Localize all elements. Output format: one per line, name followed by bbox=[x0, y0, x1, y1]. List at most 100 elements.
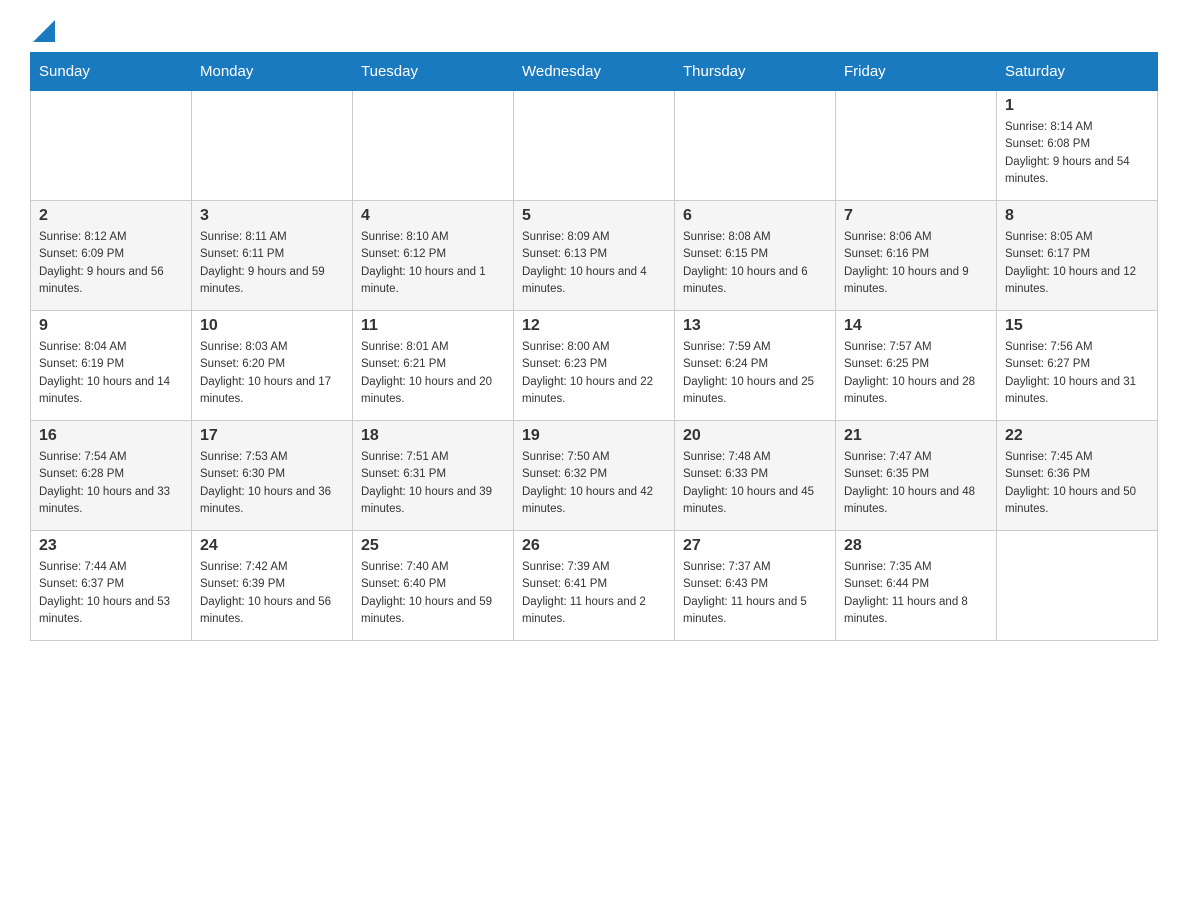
day-info: Sunrise: 7:56 AM Sunset: 6:27 PM Dayligh… bbox=[1005, 339, 1149, 408]
day-info: Sunrise: 7:48 AM Sunset: 6:33 PM Dayligh… bbox=[683, 449, 827, 518]
calendar-cell: 2 Sunrise: 8:12 AM Sunset: 6:09 PM Daylig… bbox=[31, 201, 192, 311]
day-info: Sunrise: 7:42 AM Sunset: 6:39 PM Dayligh… bbox=[200, 559, 344, 628]
day-info: Sunrise: 7:53 AM Sunset: 6:30 PM Dayligh… bbox=[200, 449, 344, 518]
day-info: Sunrise: 8:10 AM Sunset: 6:12 PM Dayligh… bbox=[361, 229, 505, 298]
calendar-cell: 15 Sunrise: 7:56 AM Sunset: 6:27 PM Dayli… bbox=[997, 311, 1158, 421]
day-info: Sunrise: 8:00 AM Sunset: 6:23 PM Dayligh… bbox=[522, 339, 666, 408]
day-number: 4 bbox=[361, 207, 505, 225]
calendar-cell: 8 Sunrise: 8:05 AM Sunset: 6:17 PM Daylig… bbox=[997, 201, 1158, 311]
header-day-wednesday: Wednesday bbox=[514, 53, 675, 91]
calendar-cell: 7 Sunrise: 8:06 AM Sunset: 6:16 PM Daylig… bbox=[836, 201, 997, 311]
day-number: 2 bbox=[39, 207, 183, 225]
logo bbox=[30, 20, 55, 42]
calendar-cell: 6Sunrise: 8:08 AM Sunset: 6:15 PM Daylig… bbox=[675, 201, 836, 311]
calendar-cell: 9 Sunrise: 8:04 AM Sunset: 6:19 PM Daylig… bbox=[31, 311, 192, 421]
page-header bbox=[30, 20, 1158, 42]
day-number: 17 bbox=[200, 427, 344, 445]
day-info: Sunrise: 8:01 AM Sunset: 6:21 PM Dayligh… bbox=[361, 339, 505, 408]
calendar-cell: 19 Sunrise: 7:50 AM Sunset: 6:32 PM Dayli… bbox=[514, 421, 675, 531]
day-number: 22 bbox=[1005, 427, 1149, 445]
day-info: Sunrise: 7:39 AM Sunset: 6:41 PM Dayligh… bbox=[522, 559, 666, 628]
calendar-cell: 25 Sunrise: 7:40 AM Sunset: 6:40 PM Dayli… bbox=[353, 531, 514, 641]
calendar-cell: 3 Sunrise: 8:11 AM Sunset: 6:11 PM Daylig… bbox=[192, 201, 353, 311]
calendar-header: SundayMondayTuesdayWednesdayThursdayFrid… bbox=[31, 53, 1158, 91]
day-info: Sunrise: 8:08 AM Sunset: 6:15 PM Dayligh… bbox=[683, 229, 827, 298]
calendar-cell: 26 Sunrise: 7:39 AM Sunset: 6:41 PM Dayli… bbox=[514, 531, 675, 641]
day-info: Sunrise: 8:11 AM Sunset: 6:11 PM Dayligh… bbox=[200, 229, 344, 298]
calendar-cell: 22 Sunrise: 7:45 AM Sunset: 6:36 PM Dayli… bbox=[997, 421, 1158, 531]
day-info: Sunrise: 7:51 AM Sunset: 6:31 PM Dayligh… bbox=[361, 449, 505, 518]
header-day-saturday: Saturday bbox=[997, 53, 1158, 91]
day-number: 20 bbox=[683, 427, 827, 445]
day-number: 11 bbox=[361, 317, 505, 335]
day-number: 13 bbox=[683, 317, 827, 335]
header-day-thursday: Thursday bbox=[675, 53, 836, 91]
day-number: 3 bbox=[200, 207, 344, 225]
calendar-cell: 28 Sunrise: 7:35 AM Sunset: 6:44 PM Dayli… bbox=[836, 531, 997, 641]
day-info: Sunrise: 8:14 AM Sunset: 6:08 PM Dayligh… bbox=[1005, 119, 1149, 188]
day-number: 5 bbox=[522, 207, 666, 225]
calendar-cell: 14Sunrise: 7:57 AM Sunset: 6:25 PM Dayli… bbox=[836, 311, 997, 421]
day-info: Sunrise: 8:06 AM Sunset: 6:16 PM Dayligh… bbox=[844, 229, 988, 298]
day-info: Sunrise: 7:37 AM Sunset: 6:43 PM Dayligh… bbox=[683, 559, 827, 628]
day-number: 1 bbox=[1005, 97, 1149, 115]
calendar-cell: 12 Sunrise: 8:00 AM Sunset: 6:23 PM Dayli… bbox=[514, 311, 675, 421]
day-number: 12 bbox=[522, 317, 666, 335]
calendar-cell: 10 Sunrise: 8:03 AM Sunset: 6:20 PM Dayli… bbox=[192, 311, 353, 421]
day-number: 8 bbox=[1005, 207, 1149, 225]
logo-triangle-icon bbox=[33, 20, 55, 42]
day-number: 28 bbox=[844, 537, 988, 555]
day-info: Sunrise: 7:40 AM Sunset: 6:40 PM Dayligh… bbox=[361, 559, 505, 628]
day-info: Sunrise: 7:57 AM Sunset: 6:25 PM Dayligh… bbox=[844, 339, 988, 408]
calendar-table: SundayMondayTuesdayWednesdayThursdayFrid… bbox=[30, 52, 1158, 641]
day-number: 9 bbox=[39, 317, 183, 335]
day-number: 21 bbox=[844, 427, 988, 445]
day-number: 16 bbox=[39, 427, 183, 445]
day-info: Sunrise: 8:04 AM Sunset: 6:19 PM Dayligh… bbox=[39, 339, 183, 408]
day-info: Sunrise: 8:03 AM Sunset: 6:20 PM Dayligh… bbox=[200, 339, 344, 408]
calendar-cell bbox=[31, 91, 192, 201]
calendar-cell: 23 Sunrise: 7:44 AM Sunset: 6:37 PM Dayli… bbox=[31, 531, 192, 641]
header-day-friday: Friday bbox=[836, 53, 997, 91]
day-info: Sunrise: 8:05 AM Sunset: 6:17 PM Dayligh… bbox=[1005, 229, 1149, 298]
day-number: 25 bbox=[361, 537, 505, 555]
header-day-tuesday: Tuesday bbox=[353, 53, 514, 91]
day-number: 19 bbox=[522, 427, 666, 445]
calendar-cell bbox=[675, 91, 836, 201]
calendar-cell bbox=[353, 91, 514, 201]
week-row-3: 9 Sunrise: 8:04 AM Sunset: 6:19 PM Daylig… bbox=[31, 311, 1158, 421]
calendar-cell: 17 Sunrise: 7:53 AM Sunset: 6:30 PM Dayli… bbox=[192, 421, 353, 531]
header-row: SundayMondayTuesdayWednesdayThursdayFrid… bbox=[31, 53, 1158, 91]
calendar-body: 1 Sunrise: 8:14 AM Sunset: 6:08 PM Daylig… bbox=[31, 91, 1158, 641]
day-number: 26 bbox=[522, 537, 666, 555]
calendar-cell: 5 Sunrise: 8:09 AM Sunset: 6:13 PM Daylig… bbox=[514, 201, 675, 311]
calendar-cell bbox=[997, 531, 1158, 641]
day-number: 27 bbox=[683, 537, 827, 555]
week-row-1: 1 Sunrise: 8:14 AM Sunset: 6:08 PM Daylig… bbox=[31, 91, 1158, 201]
calendar-cell: 4 Sunrise: 8:10 AM Sunset: 6:12 PM Daylig… bbox=[353, 201, 514, 311]
day-number: 18 bbox=[361, 427, 505, 445]
day-number: 10 bbox=[200, 317, 344, 335]
calendar-cell: 1 Sunrise: 8:14 AM Sunset: 6:08 PM Daylig… bbox=[997, 91, 1158, 201]
calendar-cell: 20 Sunrise: 7:48 AM Sunset: 6:33 PM Dayli… bbox=[675, 421, 836, 531]
calendar-cell: 11 Sunrise: 8:01 AM Sunset: 6:21 PM Dayli… bbox=[353, 311, 514, 421]
day-info: Sunrise: 8:09 AM Sunset: 6:13 PM Dayligh… bbox=[522, 229, 666, 298]
week-row-5: 23 Sunrise: 7:44 AM Sunset: 6:37 PM Dayli… bbox=[31, 531, 1158, 641]
day-number: 15 bbox=[1005, 317, 1149, 335]
week-row-2: 2 Sunrise: 8:12 AM Sunset: 6:09 PM Daylig… bbox=[31, 201, 1158, 311]
day-info: Sunrise: 7:54 AM Sunset: 6:28 PM Dayligh… bbox=[39, 449, 183, 518]
calendar-cell bbox=[514, 91, 675, 201]
day-info: Sunrise: 8:12 AM Sunset: 6:09 PM Dayligh… bbox=[39, 229, 183, 298]
calendar-cell: 24 Sunrise: 7:42 AM Sunset: 6:39 PM Dayli… bbox=[192, 531, 353, 641]
header-day-monday: Monday bbox=[192, 53, 353, 91]
day-info: Sunrise: 7:44 AM Sunset: 6:37 PM Dayligh… bbox=[39, 559, 183, 628]
day-info: Sunrise: 7:45 AM Sunset: 6:36 PM Dayligh… bbox=[1005, 449, 1149, 518]
day-info: Sunrise: 7:35 AM Sunset: 6:44 PM Dayligh… bbox=[844, 559, 988, 628]
calendar-cell bbox=[836, 91, 997, 201]
week-row-4: 16 Sunrise: 7:54 AM Sunset: 6:28 PM Dayli… bbox=[31, 421, 1158, 531]
day-number: 24 bbox=[200, 537, 344, 555]
day-info: Sunrise: 7:50 AM Sunset: 6:32 PM Dayligh… bbox=[522, 449, 666, 518]
day-number: 23 bbox=[39, 537, 183, 555]
calendar-cell: 16 Sunrise: 7:54 AM Sunset: 6:28 PM Dayli… bbox=[31, 421, 192, 531]
day-number: 7 bbox=[844, 207, 988, 225]
